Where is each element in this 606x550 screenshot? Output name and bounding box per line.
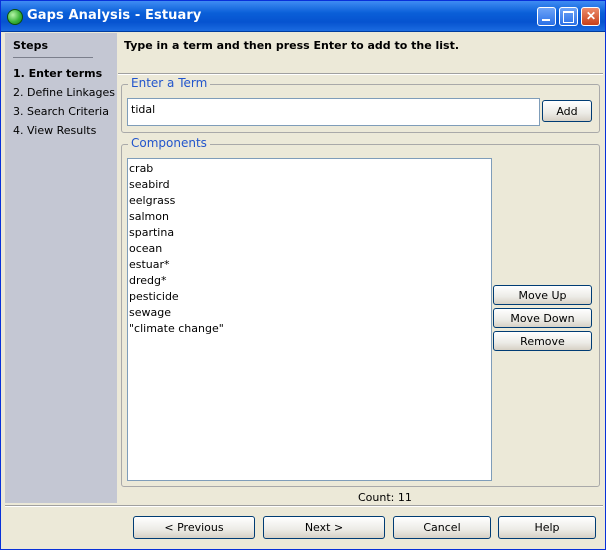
steps-divider bbox=[13, 57, 93, 58]
move-down-button[interactable]: Move Down bbox=[493, 308, 592, 328]
app-icon bbox=[7, 9, 23, 25]
instruction-text: Type in a term and then press Enter to a… bbox=[124, 39, 460, 52]
list-item[interactable]: crab bbox=[129, 161, 490, 177]
window-title: Gaps Analysis - Estuary bbox=[27, 8, 202, 23]
step-define-linkages: 2. Define Linkages bbox=[13, 86, 115, 99]
app-window: Gaps Analysis - Estuary ✕ Steps 1. Enter… bbox=[0, 0, 606, 550]
list-item[interactable]: eelgrass bbox=[129, 193, 490, 209]
minimize-icon bbox=[542, 19, 550, 21]
close-button[interactable]: ✕ bbox=[581, 7, 600, 26]
list-item[interactable]: ocean bbox=[129, 241, 490, 257]
step-enter-terms: 1. Enter terms bbox=[13, 67, 103, 80]
term-input[interactable]: tidal bbox=[127, 98, 540, 126]
main-panel: Type in a term and then press Enter to a… bbox=[118, 33, 603, 504]
list-item[interactable]: dredg* bbox=[129, 273, 490, 289]
previous-button[interactable]: < Previous bbox=[133, 516, 255, 539]
minimize-button[interactable] bbox=[537, 7, 556, 26]
close-icon: ✕ bbox=[586, 9, 597, 23]
footer-divider bbox=[5, 505, 603, 507]
list-item[interactable]: pesticide bbox=[129, 289, 490, 305]
list-item[interactable]: "climate change" bbox=[129, 321, 490, 337]
enter-term-legend: Enter a Term bbox=[128, 76, 211, 90]
list-item[interactable]: salmon bbox=[129, 209, 490, 225]
list-item[interactable]: sewage bbox=[129, 305, 490, 321]
remove-button[interactable]: Remove bbox=[493, 331, 592, 351]
components-list[interactable]: crab seabird eelgrass salmon spartina oc… bbox=[127, 158, 492, 481]
maximize-icon bbox=[563, 11, 574, 23]
components-group: Components crab seabird eelgrass salmon … bbox=[121, 136, 600, 487]
components-legend: Components bbox=[128, 136, 210, 150]
step-search-criteria: 3. Search Criteria bbox=[13, 105, 109, 118]
move-up-button[interactable]: Move Up bbox=[493, 285, 592, 305]
help-button[interactable]: Help bbox=[498, 516, 596, 539]
list-item[interactable]: seabird bbox=[129, 177, 490, 193]
next-button[interactable]: Next > bbox=[263, 516, 385, 539]
component-count: Count: 11 bbox=[358, 491, 412, 504]
maximize-button[interactable] bbox=[559, 7, 578, 26]
steps-title: Steps bbox=[13, 39, 49, 52]
step-view-results: 4. View Results bbox=[13, 124, 97, 137]
enter-term-group: Enter a Term tidal Add bbox=[121, 76, 600, 133]
list-item[interactable]: spartina bbox=[129, 225, 490, 241]
header-divider bbox=[118, 73, 603, 75]
cancel-button[interactable]: Cancel bbox=[393, 516, 491, 539]
add-button[interactable]: Add bbox=[542, 100, 592, 122]
list-item[interactable]: estuar* bbox=[129, 257, 490, 273]
steps-sidebar: Steps 1. Enter terms 2. Define Linkages … bbox=[5, 33, 117, 503]
title-bar[interactable]: Gaps Analysis - Estuary ✕ bbox=[1, 1, 605, 32]
